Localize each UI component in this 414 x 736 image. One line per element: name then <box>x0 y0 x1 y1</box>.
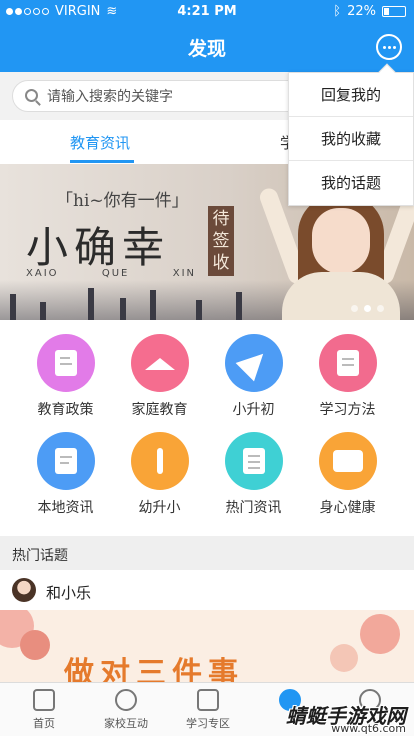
more-menu-button[interactable] <box>376 34 402 60</box>
banner-pinyin: XAIO QUE XIN <box>26 268 196 279</box>
category-kindergarten-to-primary[interactable]: 幼升小 <box>108 432 211 517</box>
banner-subtitle: 「hi~你有一件」 <box>56 191 189 211</box>
category-mental-health[interactable]: 身心健康 <box>296 432 399 517</box>
menu-item-replies[interactable]: 回复我的 <box>289 73 413 117</box>
topic-author-row[interactable]: 和小乐 <box>0 570 414 610</box>
author-name[interactable]: 和小乐 <box>46 582 91 603</box>
category-hot-news[interactable]: 热门资讯 <box>202 432 305 517</box>
first-aid-kit-icon <box>318 432 377 490</box>
top-bar: VIRGIN ≋ 4:21 PM ᛒ 22% 发现 <box>0 0 414 72</box>
bluetooth-icon: ᛒ <box>333 4 342 19</box>
avatar[interactable] <box>12 578 36 602</box>
search-icon <box>25 89 38 102</box>
graduation-cap-icon <box>130 334 189 392</box>
tab-home-school[interactable]: 家校互动 <box>86 689 166 731</box>
graduation-cap-icon <box>197 689 219 711</box>
topic-cover-image[interactable]: 做对三件事 <box>0 610 414 682</box>
more-popup-menu: 回复我的 我的收藏 我的话题 <box>288 63 414 206</box>
paper-plane-icon <box>224 334 283 392</box>
status-bar: VIRGIN ≋ 4:21 PM ᛒ 22% <box>0 0 414 24</box>
tab-education-news[interactable]: 教育资讯 <box>70 132 130 153</box>
category-local-news[interactable]: 本地资讯 <box>14 432 117 517</box>
page-title: 发现 <box>187 38 226 60</box>
topic-headline: 做对三件事 <box>64 656 244 682</box>
tab-study-zone[interactable]: 学习专区 <box>168 689 248 731</box>
menu-item-my-topics[interactable]: 我的话题 <box>289 161 413 205</box>
category-family-education[interactable]: 家庭教育 <box>108 334 211 419</box>
banner-stamp: 待签收 <box>208 206 234 276</box>
hot-topics-heading: 热门话题 <box>0 536 414 570</box>
battery-icon <box>382 6 406 17</box>
book-icon <box>318 334 377 392</box>
chat-icon <box>115 689 137 711</box>
sprout-icon <box>130 432 189 490</box>
category-primary-to-middle[interactable]: 小升初 <box>202 334 305 419</box>
battery-percent: 22% <box>347 4 376 19</box>
watermark: 蜻蜓手游戏网 www.qt6.com <box>286 704 406 735</box>
tab-indicator <box>70 160 134 163</box>
banner-title: 小确幸 <box>26 223 171 272</box>
category-grid: 教育政策 家庭教育 小升初 学习方法 本地资讯 幼升小 热门资讯 身心健康 <box>0 320 414 536</box>
tab-home[interactable]: 首页 <box>4 689 84 731</box>
carousel-dots <box>351 305 384 312</box>
category-education-policy[interactable]: 教育政策 <box>14 334 117 419</box>
newspaper-icon <box>224 432 283 490</box>
category-study-methods[interactable]: 学习方法 <box>296 334 399 419</box>
clipboard-icon <box>36 432 95 490</box>
home-icon <box>33 689 55 711</box>
menu-item-favorites[interactable]: 我的收藏 <box>289 117 413 161</box>
policy-icon <box>36 334 95 392</box>
